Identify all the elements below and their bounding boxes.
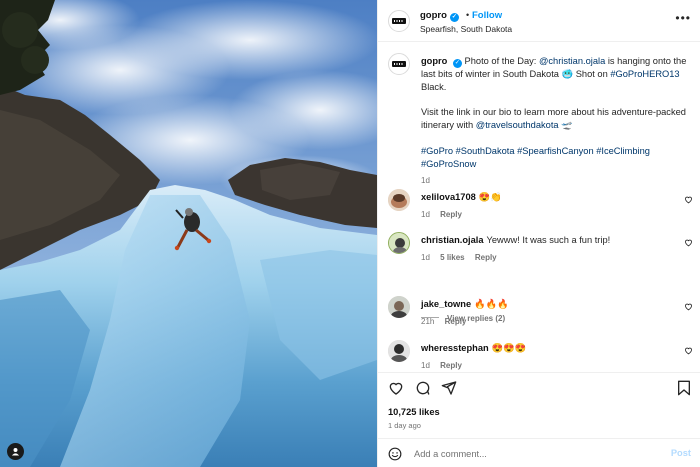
comments-scroll-area[interactable]: gopro ✓ Photo of the Day: @christian.oja… [378, 43, 700, 372]
comment-input[interactable] [414, 446, 654, 462]
heart-icon[interactable] [684, 238, 693, 247]
heart-icon[interactable] [684, 195, 693, 204]
caption-line-end: Black. [421, 81, 447, 92]
post-age[interactable]: 1 day ago [388, 421, 421, 430]
comment-username[interactable]: christian.ojala [421, 235, 484, 245]
mention-link[interactable]: @travelsouthdakota [476, 120, 559, 130]
comment-meta: 1d Reply [421, 361, 470, 370]
comment-text: christian.ojala Yewww! It was such a fun … [421, 235, 610, 245]
commenter-avatar[interactable] [388, 340, 410, 362]
hashtag-link[interactable]: #GoProHERO13 [610, 69, 679, 79]
comment-username[interactable]: jake_towne [421, 299, 471, 309]
comment-text: xelilova1708 😍👏 [421, 192, 502, 203]
comment-bubble-icon[interactable] [415, 380, 431, 396]
post-side-panel: gopro ✓ • Follow Spearfish, South Dakota … [377, 0, 700, 467]
commenter-avatar[interactable] [388, 232, 410, 254]
comment-text: wheresstephan 😍😍😍 [421, 343, 526, 354]
avatar-photo [388, 189, 410, 211]
comment-meta: 21h Reply [421, 317, 474, 326]
comment-time[interactable]: 1d [421, 253, 430, 262]
commenter-avatar[interactable] [388, 189, 410, 211]
heart-icon[interactable] [684, 302, 693, 311]
like-heart-icon[interactable] [388, 380, 404, 396]
reply-button[interactable]: Reply [440, 361, 462, 370]
comment-meta: 1d 5 likes Reply [421, 253, 505, 262]
comment-item: christian.ojala Yewww! It was such a fun … [378, 232, 700, 272]
comment-body: 🔥🔥🔥 [474, 299, 509, 309]
caption-timestamp[interactable]: 1d [421, 175, 696, 188]
comment-body: 😍😍😍 [491, 343, 527, 353]
author-username[interactable]: gopro ✓ [420, 10, 459, 22]
comment-item: wheresstephan 😍😍😍 1d Reply [378, 340, 700, 372]
comment-item: xelilova1708 😍👏 1d Reply [378, 189, 700, 229]
caption-username[interactable]: gopro [421, 56, 447, 66]
reply-button[interactable]: Reply [475, 253, 497, 262]
caption-line-prefix: Photo of the Day: [464, 56, 539, 66]
reply-button[interactable]: Reply [440, 210, 462, 219]
avatar-photo [388, 296, 410, 318]
more-options-button[interactable]: ••• [675, 12, 691, 24]
comment-meta: 1d Reply [421, 210, 470, 219]
likes-count[interactable]: 10,725 likes [388, 407, 440, 417]
user-icon [11, 447, 20, 456]
avatar-photo [389, 233, 409, 253]
comment-username[interactable]: xelilova1708 [421, 192, 476, 202]
follow-button[interactable]: Follow [472, 10, 502, 21]
ice-climbing-photo [0, 0, 377, 467]
author-username-text[interactable]: gopro [420, 10, 447, 21]
post-actions: 10,725 likes 1 day ago [378, 372, 700, 438]
gopro-logo-icon [392, 61, 406, 67]
header-separator: • [466, 10, 470, 20]
comment-time[interactable]: 1d [421, 210, 430, 219]
caption-paragraph-2-end: 🛫 [558, 120, 573, 131]
commenter-avatar[interactable] [388, 296, 410, 318]
post-comment-button[interactable]: Post [671, 448, 691, 458]
post-header: gopro ✓ • Follow Spearfish, South Dakota … [378, 0, 700, 42]
comment-time[interactable]: 21h [421, 317, 434, 326]
save-bookmark-icon[interactable] [677, 380, 691, 396]
verified-badge-icon: ✓ [449, 13, 459, 22]
comment-item: jake_towne 🔥🔥🔥 21h Reply [378, 296, 700, 336]
caption-text: gopro ✓ Photo of the Day: @christian.oja… [421, 55, 696, 188]
gopro-logo-icon [392, 18, 406, 24]
caption-hashtags[interactable]: #GoPro #SouthDakota #SpearfishCanyon #Ic… [421, 146, 650, 169]
comment-username[interactable]: wheresstephan [421, 343, 489, 353]
reply-button[interactable]: Reply [445, 317, 467, 326]
heart-icon[interactable] [684, 346, 693, 355]
mention-link[interactable]: @christian.ojala [539, 56, 605, 66]
caption-avatar[interactable] [388, 53, 410, 75]
avatar-photo [388, 340, 410, 362]
comment-text: jake_towne 🔥🔥🔥 [421, 299, 509, 310]
comment-body: 😍👏 [478, 192, 502, 202]
emoji-icon[interactable] [388, 447, 402, 461]
comment-time[interactable]: 1d [421, 361, 430, 370]
post-photo[interactable] [0, 0, 377, 467]
add-comment-bar: Post [378, 438, 700, 467]
comment-body: Yewww! It was such a fun trip! [486, 235, 611, 245]
verified-badge-icon: ✓ [452, 59, 462, 68]
tagged-users-button[interactable] [7, 443, 24, 460]
gopro-avatar[interactable] [388, 10, 410, 32]
comment-likes[interactable]: 5 likes [440, 253, 464, 262]
post-location[interactable]: Spearfish, South Dakota [420, 24, 512, 34]
share-send-icon[interactable] [441, 380, 457, 396]
